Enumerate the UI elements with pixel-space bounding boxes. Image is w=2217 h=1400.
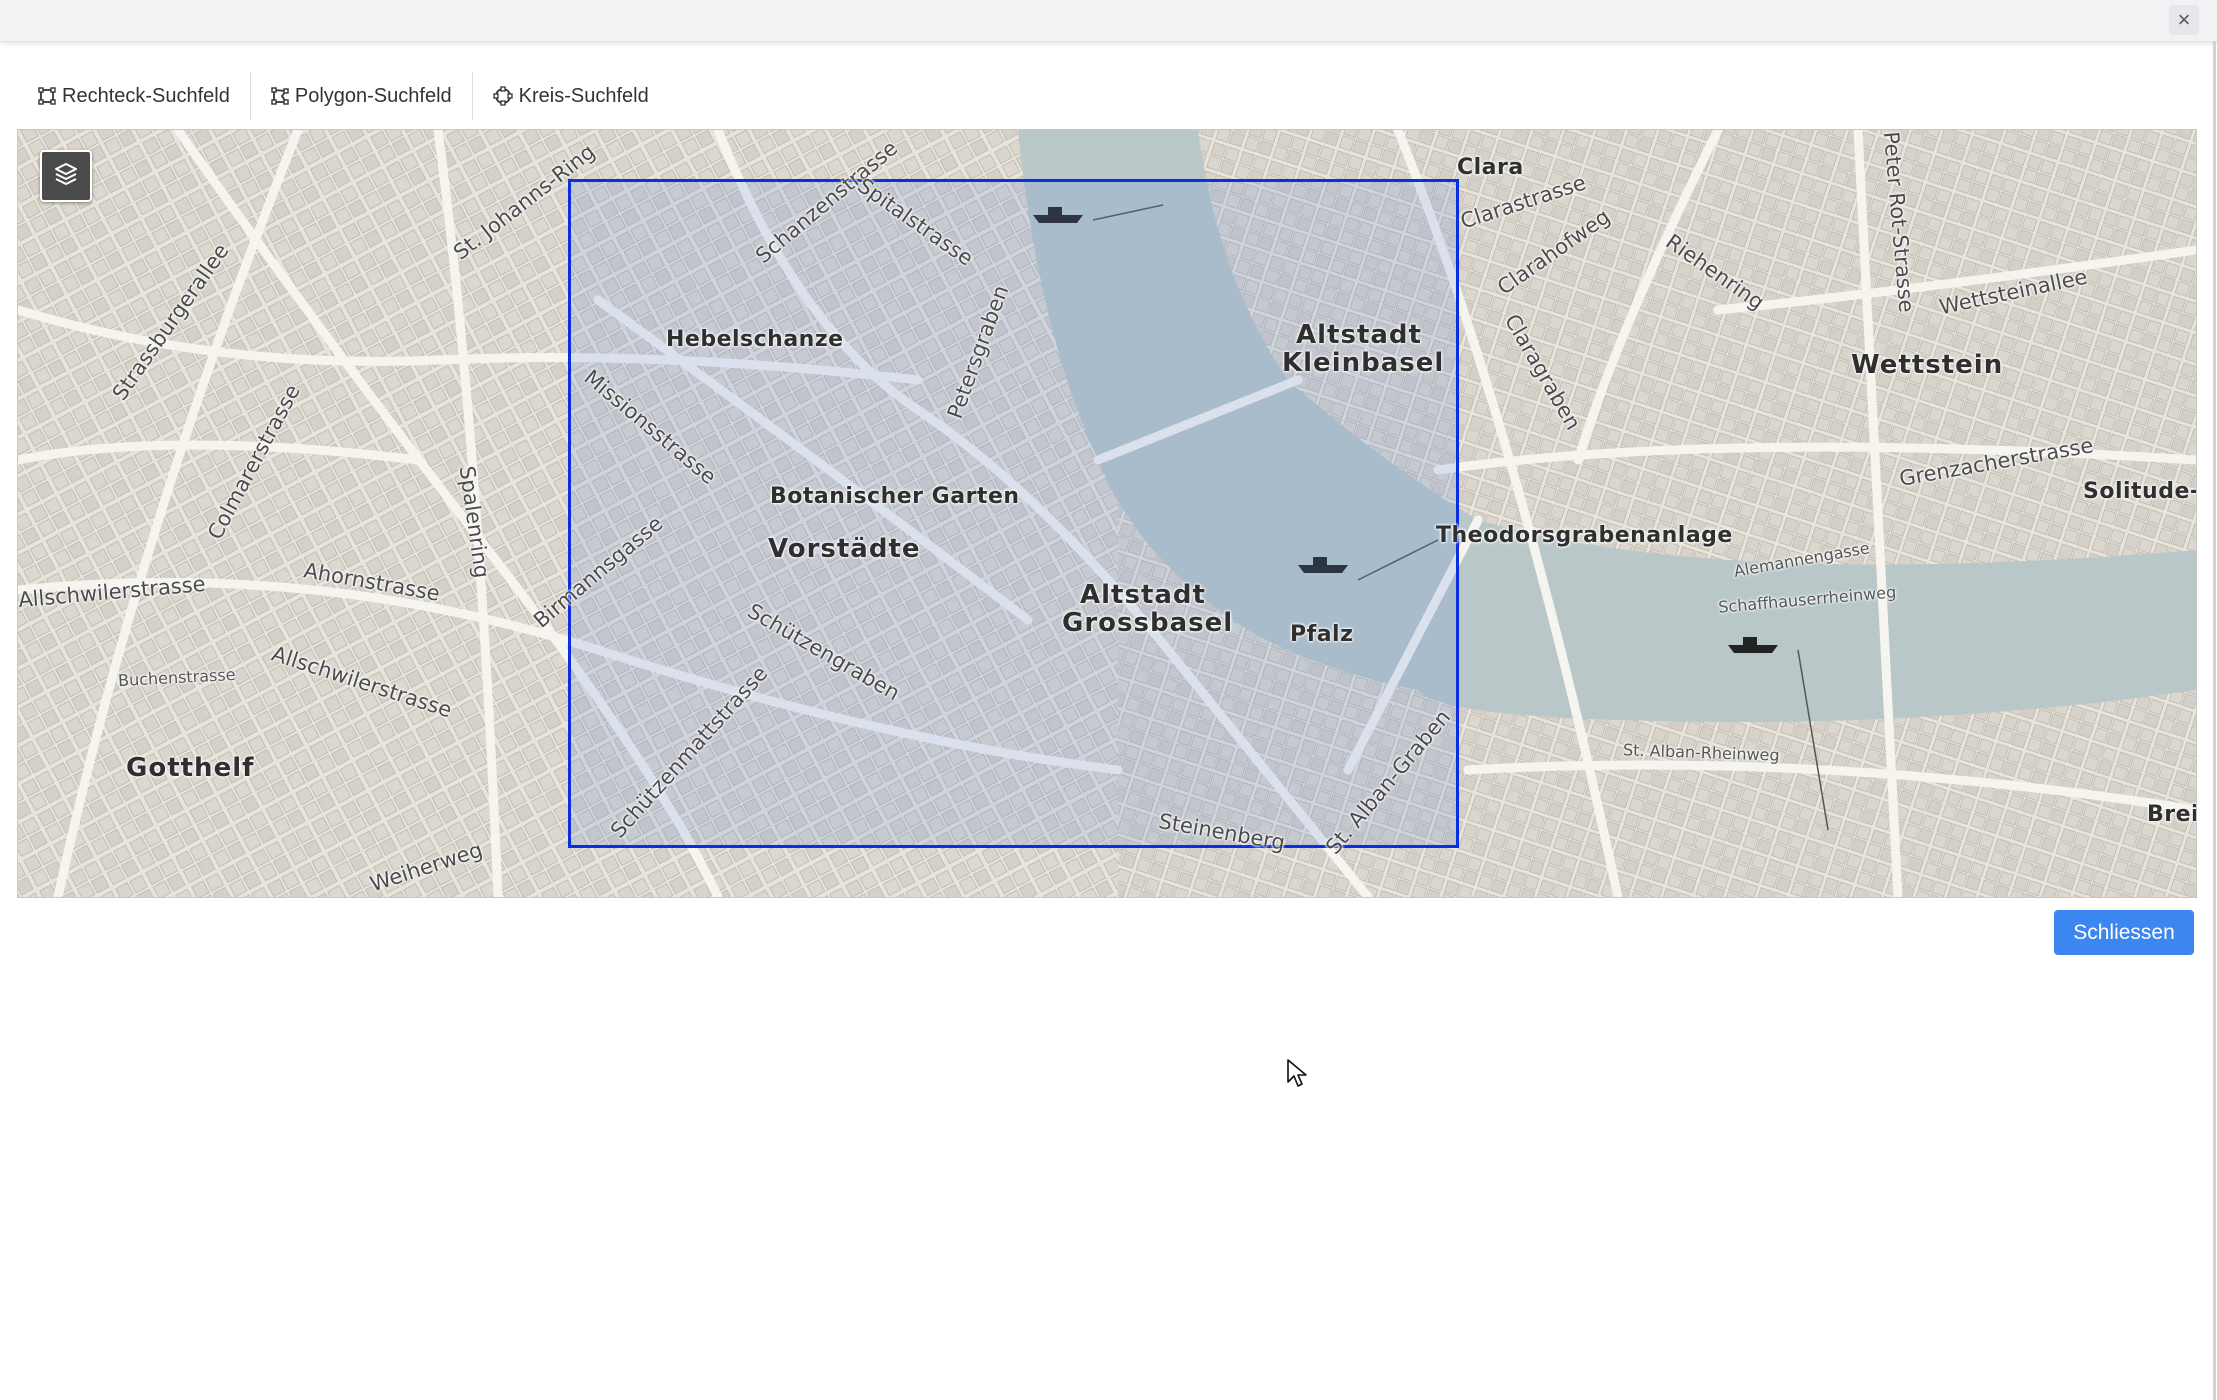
district-label-altstadt-grossbasel-2: Grossbasel — [1062, 608, 1234, 638]
layers-icon — [53, 161, 79, 192]
district-label-wettstein: Wettstein — [1851, 350, 2004, 380]
dialog-header: × — [0, 0, 2217, 42]
circle-search-label: Kreis-Suchfeld — [518, 84, 649, 107]
close-dialog-button[interactable]: Schliessen — [2054, 910, 2194, 955]
layer-switcher-button[interactable] — [40, 150, 92, 202]
search-shape-toolbar: Rechteck-Suchfeld Polygon-Suchfeld Kreis… — [20, 72, 669, 120]
close-icon: × — [2177, 7, 2191, 32]
district-label-altstadt-kleinbasel-1: Altstadt — [1296, 320, 1422, 350]
rectangle-search-label: Rechteck-Suchfeld — [62, 84, 230, 107]
mouse-cursor-icon — [1286, 1058, 1308, 1093]
polygon-search-label: Polygon-Suchfeld — [294, 84, 452, 107]
district-label-hebelschanze: Hebelschanze — [666, 327, 844, 352]
district-label-vorstaedte: Vorstädte — [768, 534, 921, 564]
polygon-search-button[interactable]: Polygon-Suchfeld — [251, 72, 473, 120]
district-label-gotthelf: Gotthelf — [126, 753, 255, 783]
district-label-theodorsgrabenanlage: Theodorsgrabenanlage — [1436, 523, 1733, 548]
district-label-solitude: Solitude-I — [2083, 479, 2197, 504]
district-label-botanischer-garten: Botanischer Garten — [770, 484, 1020, 509]
circle-search-button[interactable]: Kreis-Suchfeld — [473, 72, 669, 120]
map-view[interactable]: Clara Hebelschanze Altstadt Kleinbasel W… — [17, 129, 2197, 898]
district-label-clara: Clara — [1457, 155, 1524, 180]
circle-draw-icon — [493, 86, 513, 106]
rectangle-draw-icon — [38, 87, 56, 105]
district-label-altstadt-kleinbasel-2: Kleinbasel — [1282, 348, 1445, 378]
district-label-brei: Brei — [2147, 802, 2197, 827]
district-label-pfalz: Pfalz — [1290, 622, 1354, 647]
dialog-close-button[interactable]: × — [2169, 5, 2199, 35]
district-label-altstadt-grossbasel-1: Altstadt — [1080, 580, 1206, 610]
polygon-draw-icon — [271, 87, 289, 105]
dialog-scrollbar[interactable] — [2213, 41, 2216, 1400]
rectangle-search-button[interactable]: Rechteck-Suchfeld — [20, 72, 251, 120]
